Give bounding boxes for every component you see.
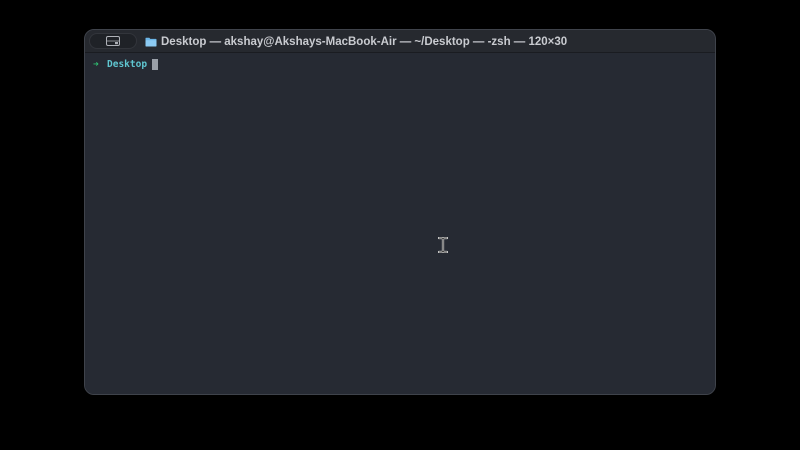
text-cursor [152, 58, 159, 70]
sidebar-toggle-button[interactable] [89, 33, 137, 49]
window-title: Desktop — akshay@Akshays-MacBook-Air — ~… [145, 30, 567, 53]
window-titlebar[interactable]: Desktop — akshay@Akshays-MacBook-Air — ~… [85, 30, 715, 53]
prompt-line: ➜ Desktop [93, 57, 159, 71]
folder-icon [145, 37, 157, 47]
sidebar-icon [106, 36, 120, 46]
window-title-text: Desktop — akshay@Akshays-MacBook-Air — ~… [161, 35, 568, 48]
ibeam-cursor-icon [438, 237, 448, 253]
terminal-window[interactable]: Desktop — akshay@Akshays-MacBook-Air — ~… [84, 29, 716, 395]
terminal-content[interactable]: ➜ Desktop [85, 53, 715, 394]
prompt-arrow: ➜ [93, 58, 99, 70]
prompt-directory: Desktop [107, 58, 148, 70]
